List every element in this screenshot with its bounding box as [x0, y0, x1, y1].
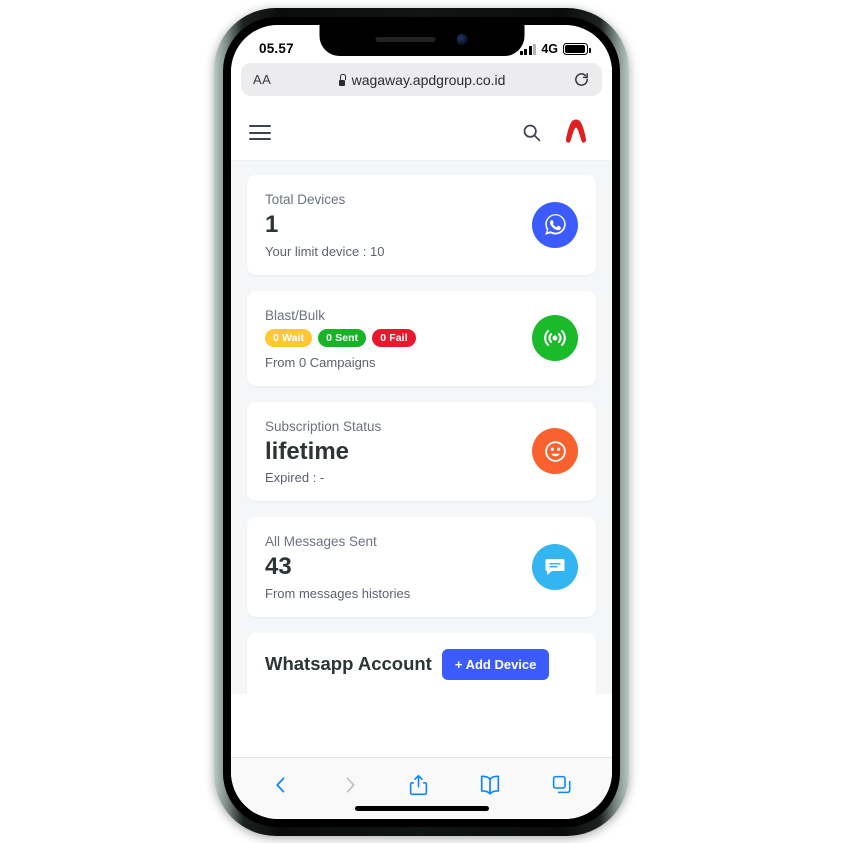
phone-bezel: 05.57 4G AA wagaway.apdgroup.co.id Total…	[223, 17, 620, 827]
home-indicator	[354, 806, 489, 811]
card-label: Subscription Status	[265, 418, 382, 434]
status-badge-fail: 0 Fail	[372, 328, 416, 347]
reload-icon[interactable]	[573, 71, 590, 88]
card-label: Total Devices	[265, 192, 346, 207]
card-subtext: Expired : -	[265, 470, 325, 486]
url-display: wagaway.apdgroup.co.id	[241, 72, 602, 88]
browser-url-bar[interactable]: AA wagaway.apdgroup.co.id	[241, 63, 602, 96]
header-actions	[521, 115, 594, 151]
earpiece-speaker-icon	[375, 37, 435, 42]
status-time: 05.57	[259, 41, 294, 56]
lock-icon	[338, 73, 347, 86]
page-title: Whatsapp Account	[265, 653, 432, 675]
card-subtext: From messages histories	[265, 585, 411, 601]
browser-url-bar-container: AA wagaway.apdgroup.co.id	[231, 59, 612, 105]
status-badge-sent: 0 Sent	[318, 328, 367, 347]
hamburger-menu-icon[interactable]	[249, 125, 271, 140]
phone-screen: 05.57 4G AA wagaway.apdgroup.co.id Total…	[231, 25, 612, 819]
broadcast-icon	[532, 315, 578, 362]
status-badge-wait: 0 Wait	[265, 328, 313, 347]
card-subscription-status[interactable]: Subscription Status lifetime Expired : -	[247, 401, 596, 502]
screenshot-stage: 05.57 4G AA wagaway.apdgroup.co.id Total…	[0, 0, 843, 843]
card-blast-bulk[interactable]: Blast/Bulk 0 Wait 0 Sent 0 Fail From 0 C…	[247, 290, 596, 386]
card-whatsapp-account: Whatsapp Account + Add Device Number Web…	[247, 632, 596, 694]
smile-face-icon	[532, 428, 578, 475]
card-label: All Messages Sent	[265, 534, 377, 550]
battery-full-icon	[563, 43, 591, 55]
url-text: wagaway.apdgroup.co.id	[351, 71, 506, 88]
chevron-left-icon[interactable]	[271, 775, 291, 795]
text-size-button[interactable]: AA	[253, 72, 271, 87]
signal-bars-icon	[519, 43, 537, 55]
add-device-button[interactable]: + Add Device	[441, 648, 550, 680]
brand-logo-icon[interactable]	[558, 115, 594, 151]
whatsapp-account-header: Whatsapp Account + Add Device	[265, 648, 578, 680]
card-label: Blast/Bulk	[265, 307, 326, 323]
card-subtext: From 0 Campaigns	[265, 354, 376, 370]
status-indicators: 4G	[519, 42, 591, 56]
chat-bubble-icon	[532, 543, 578, 590]
whatsapp-icon	[532, 201, 578, 248]
network-type-label: 4G	[541, 42, 558, 56]
device-notch	[319, 25, 524, 56]
share-icon[interactable]	[408, 773, 429, 797]
card-all-messages-sent[interactable]: All Messages Sent 43 From messages histo…	[247, 517, 596, 617]
page-content: Total Devices 1 Your limit device : 10 B…	[231, 161, 612, 694]
tabs-icon[interactable]	[551, 774, 572, 795]
app-header	[231, 105, 612, 161]
front-camera-icon	[456, 34, 467, 45]
book-icon[interactable]	[478, 774, 502, 795]
search-icon[interactable]	[521, 122, 542, 143]
card-subtext: Your limit device : 10	[265, 243, 385, 259]
card-total-devices[interactable]: Total Devices 1 Your limit device : 10	[247, 175, 596, 275]
chevron-right-icon	[346, 776, 355, 793]
phone-device-frame: 05.57 4G AA wagaway.apdgroup.co.id Total…	[214, 8, 629, 836]
